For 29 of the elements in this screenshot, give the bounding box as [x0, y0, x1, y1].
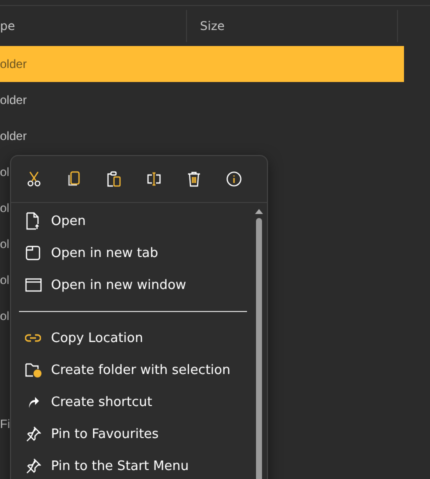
column-header[interactable]: pe — [0, 10, 187, 42]
window-icon — [24, 278, 42, 292]
type-cell: ol — [0, 308, 10, 324]
menu-item[interactable]: Copy Location — [15, 322, 253, 354]
type-cell: older — [0, 56, 27, 72]
column-header[interactable]: Size — [187, 10, 398, 42]
list-row[interactable]: older — [0, 46, 404, 82]
scrollbar[interactable] — [255, 209, 263, 479]
menu-item[interactable]: Create shortcut — [15, 386, 253, 418]
document-icon — [25, 212, 41, 230]
folder-icon — [24, 362, 42, 378]
menu-item[interactable]: Create folder with selection — [15, 354, 253, 386]
menu-item[interactable]: Pin to the Start Menu — [15, 450, 253, 479]
type-cell: ol — [0, 164, 10, 180]
link-icon — [25, 333, 41, 343]
shortcut-arrow-icon — [26, 395, 40, 409]
type-cell: older — [0, 92, 27, 108]
menu-item[interactable]: Open in new window — [15, 269, 253, 301]
pin-icon — [25, 426, 41, 442]
menu-item[interactable]: Open — [15, 205, 253, 237]
list-row[interactable]: older — [0, 118, 404, 154]
list-row[interactable]: older — [0, 82, 404, 118]
type-cell: older — [0, 128, 27, 144]
menu-item[interactable]: Pin to Favourites — [15, 418, 253, 450]
menu-item[interactable]: Open in new tab — [15, 237, 253, 269]
scroll-thumb[interactable] — [256, 218, 262, 479]
pin-icon — [25, 458, 41, 474]
tab-icon — [25, 245, 41, 261]
scroll-up-icon[interactable] — [255, 209, 263, 214]
